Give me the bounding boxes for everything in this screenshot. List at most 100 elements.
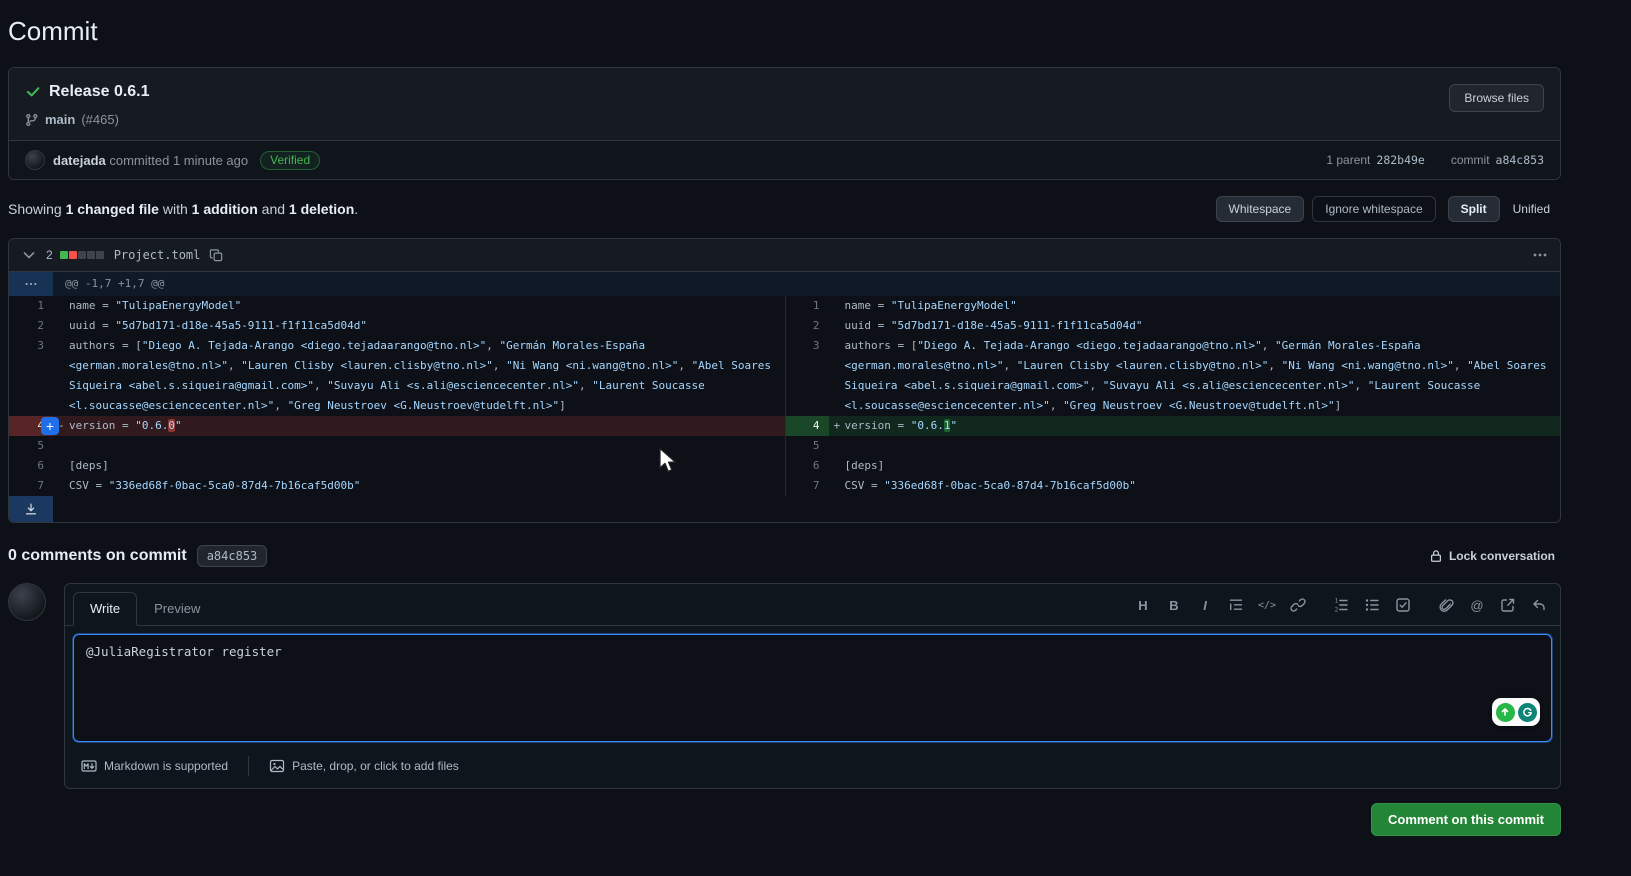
current-user-avatar[interactable]	[8, 583, 46, 621]
mention-icon[interactable]: @	[1464, 592, 1490, 618]
comments-heading-row: 0 comments on commit a84c853 Lock conver…	[8, 545, 1561, 567]
bold-icon[interactable]: B	[1161, 592, 1187, 618]
composer-footer: Markdown is supported Paste, drop, or cl…	[65, 750, 1560, 788]
link-icon[interactable]	[1285, 592, 1311, 618]
commit-author[interactable]: datejada	[53, 153, 106, 168]
lock-conversation-label: Lock conversation	[1448, 549, 1555, 563]
diff-line-number[interactable]: 5	[784, 436, 829, 456]
numbered-list-icon[interactable]: 12	[1328, 592, 1354, 618]
attach-file-icon[interactable]	[1433, 592, 1459, 618]
lock-conversation-button[interactable]: Lock conversation	[1423, 548, 1561, 564]
diff-code-line[interactable]: [deps]	[53, 456, 785, 476]
diff-line-number[interactable]: 2	[9, 316, 53, 336]
diff-row: 6 [deps] 6 [deps]	[9, 456, 1560, 476]
markdown-supported-link[interactable]: Markdown is supported	[75, 757, 234, 775]
diff-code-line[interactable]: name = "TulipaEnergyModel"	[53, 296, 785, 316]
diff-code-line[interactable]: authors = ["Diego A. Tejada-Arango <dieg…	[53, 336, 785, 416]
diff-code-line[interactable]	[53, 436, 785, 456]
diff-line-number[interactable]: 6	[784, 456, 829, 476]
diff-code-line[interactable]: CSV = "336ed68f-0bac-5ca0-87d4-7b16caf5d…	[829, 476, 1561, 496]
diff-file-header: 2 Project.toml	[9, 239, 1560, 272]
diff-row: 3 authors = ["Diego A. Tejada-Arango <die…	[9, 336, 1560, 416]
heading-icon[interactable]: H	[1130, 592, 1156, 618]
attach-files-button[interactable]: Paste, drop, or click to add files	[263, 757, 465, 775]
diff-line-number[interactable]: 3	[784, 336, 829, 416]
italic-icon[interactable]: I	[1192, 592, 1218, 618]
pull-request-ref[interactable]: (#465)	[81, 112, 119, 127]
commit-header-box: Release 0.6.1 main (#465) Browse files d…	[8, 67, 1561, 180]
tab-preview[interactable]: Preview	[137, 592, 217, 626]
diff-line-number[interactable]: 6	[9, 456, 53, 476]
grammarly-logo-icon[interactable]	[1517, 702, 1537, 722]
diff-summary-row: Showing 1 changed file with 1 addition a…	[8, 196, 1561, 222]
diff-rows: 1 name = "TulipaEnergyModel" 1 name = "Tuli…	[9, 296, 1560, 496]
diff-row: 1 name = "TulipaEnergyModel" 1 name = "Tuli…	[9, 296, 1560, 316]
tasklist-icon[interactable]	[1390, 592, 1416, 618]
commit-sha: a84c853	[1495, 153, 1544, 167]
diff-line-number[interactable]: 4	[784, 416, 829, 436]
split-view-button[interactable]: Split	[1447, 196, 1500, 222]
tab-write[interactable]: Write	[73, 592, 138, 626]
commit-label: commit	[1450, 153, 1490, 167]
ignore-whitespace-button[interactable]: Ignore whitespace	[1312, 196, 1436, 222]
diff-line-number[interactable]: 3	[9, 336, 53, 416]
verified-badge[interactable]: Verified	[260, 150, 321, 170]
diff-code-line[interactable]: + version = "0.6.1"	[828, 416, 1560, 436]
code-icon[interactable]: </>	[1254, 592, 1280, 618]
quote-icon[interactable]	[1223, 592, 1249, 618]
unified-view-button[interactable]: Unified	[1502, 196, 1561, 222]
commit-sha-badge[interactable]: a84c853	[196, 545, 268, 567]
branch-name[interactable]: main	[45, 112, 75, 127]
comment-textarea[interactable]: @JuliaRegistrator register	[73, 634, 1552, 742]
collapse-file-chevron-icon[interactable]	[19, 245, 39, 265]
diff-line-number[interactable]: 1	[9, 296, 53, 316]
commit-page: Commit Release 0.6.1 main (#465) Browse …	[8, 16, 1561, 860]
diff-code-line[interactable]: CSV = "336ed68f-0bac-5ca0-87d4-7b16caf5d…	[53, 476, 785, 496]
changes-count: 2	[46, 248, 53, 262]
diffstat-square-neutral	[86, 251, 95, 259]
diff-line-number[interactable]: 5	[9, 436, 53, 456]
diff-line-number[interactable]: 1	[784, 296, 829, 316]
diff-code-line[interactable]	[829, 436, 1561, 456]
expand-down-icon[interactable]	[9, 496, 53, 522]
diff-filename[interactable]: Project.toml	[114, 248, 201, 262]
commit-top: Release 0.6.1 main (#465) Browse files	[9, 68, 1560, 140]
expand-hunk-button[interactable]	[9, 272, 53, 296]
split-unified-segmented-control: Split Unified	[1447, 196, 1561, 222]
footer-divider	[248, 756, 250, 776]
grammarly-widget-icon[interactable]	[1492, 698, 1540, 726]
diff-code-line[interactable]: uuid = "5d7bd171-d18e-45a5-9111-f1f11ca5…	[829, 316, 1561, 336]
changed-files-count: 1 changed file	[65, 201, 159, 217]
diff-code-line[interactable]: uuid = "5d7bd171-d18e-45a5-9111-f1f11ca5…	[53, 316, 785, 336]
hunk-header-text: @@ -1,7 +1,7 @@	[65, 277, 165, 290]
svg-text:1: 1	[1335, 598, 1339, 605]
parent-sha-link[interactable]: 282b49e	[1376, 153, 1424, 167]
diffstat-square-neutral	[95, 251, 104, 259]
diff-line-number[interactable]: 7	[9, 476, 53, 496]
add-line-comment-button[interactable]: +	[41, 417, 59, 435]
diffstat-square-addition	[59, 251, 68, 259]
diff-row: 2 uuid = "5d7bd171-d18e-45a5-9111-f1f11ca…	[9, 316, 1560, 336]
diff-code-line[interactable]: - version = "0.6.0" +	[41, 416, 785, 436]
copy-filename-icon[interactable]	[207, 246, 226, 265]
git-branch-icon	[25, 113, 39, 127]
comment-composer: Write Preview H B I </> 12 @ @JuliaRegis…	[64, 583, 1561, 789]
whitespace-button[interactable]: Whitespace	[1215, 196, 1305, 222]
file-options-kebab-icon[interactable]	[1530, 245, 1550, 265]
diff-line-number[interactable]: 7	[784, 476, 829, 496]
unordered-list-icon[interactable]	[1359, 592, 1385, 618]
author-avatar[interactable]	[25, 150, 45, 170]
diff-code-line[interactable]: [deps]	[829, 456, 1561, 476]
markdown-supported-label: Markdown is supported	[104, 759, 229, 773]
cross-reference-icon[interactable]	[1495, 592, 1521, 618]
diffstat-square-neutral	[77, 251, 86, 259]
browse-files-button[interactable]: Browse files	[1449, 84, 1544, 112]
additions-count: 1 addition	[191, 201, 258, 217]
diff-line-number[interactable]: 2	[784, 316, 829, 336]
submit-row: Comment on this commit	[8, 803, 1561, 860]
saved-replies-icon[interactable]	[1526, 592, 1552, 618]
grammarly-apply-icon[interactable]	[1495, 702, 1515, 722]
diff-code-line[interactable]: name = "TulipaEnergyModel"	[829, 296, 1561, 316]
comment-on-commit-button[interactable]: Comment on this commit	[1370, 803, 1561, 836]
diff-code-line[interactable]: authors = ["Diego A. Tejada-Arango <dieg…	[829, 336, 1561, 416]
